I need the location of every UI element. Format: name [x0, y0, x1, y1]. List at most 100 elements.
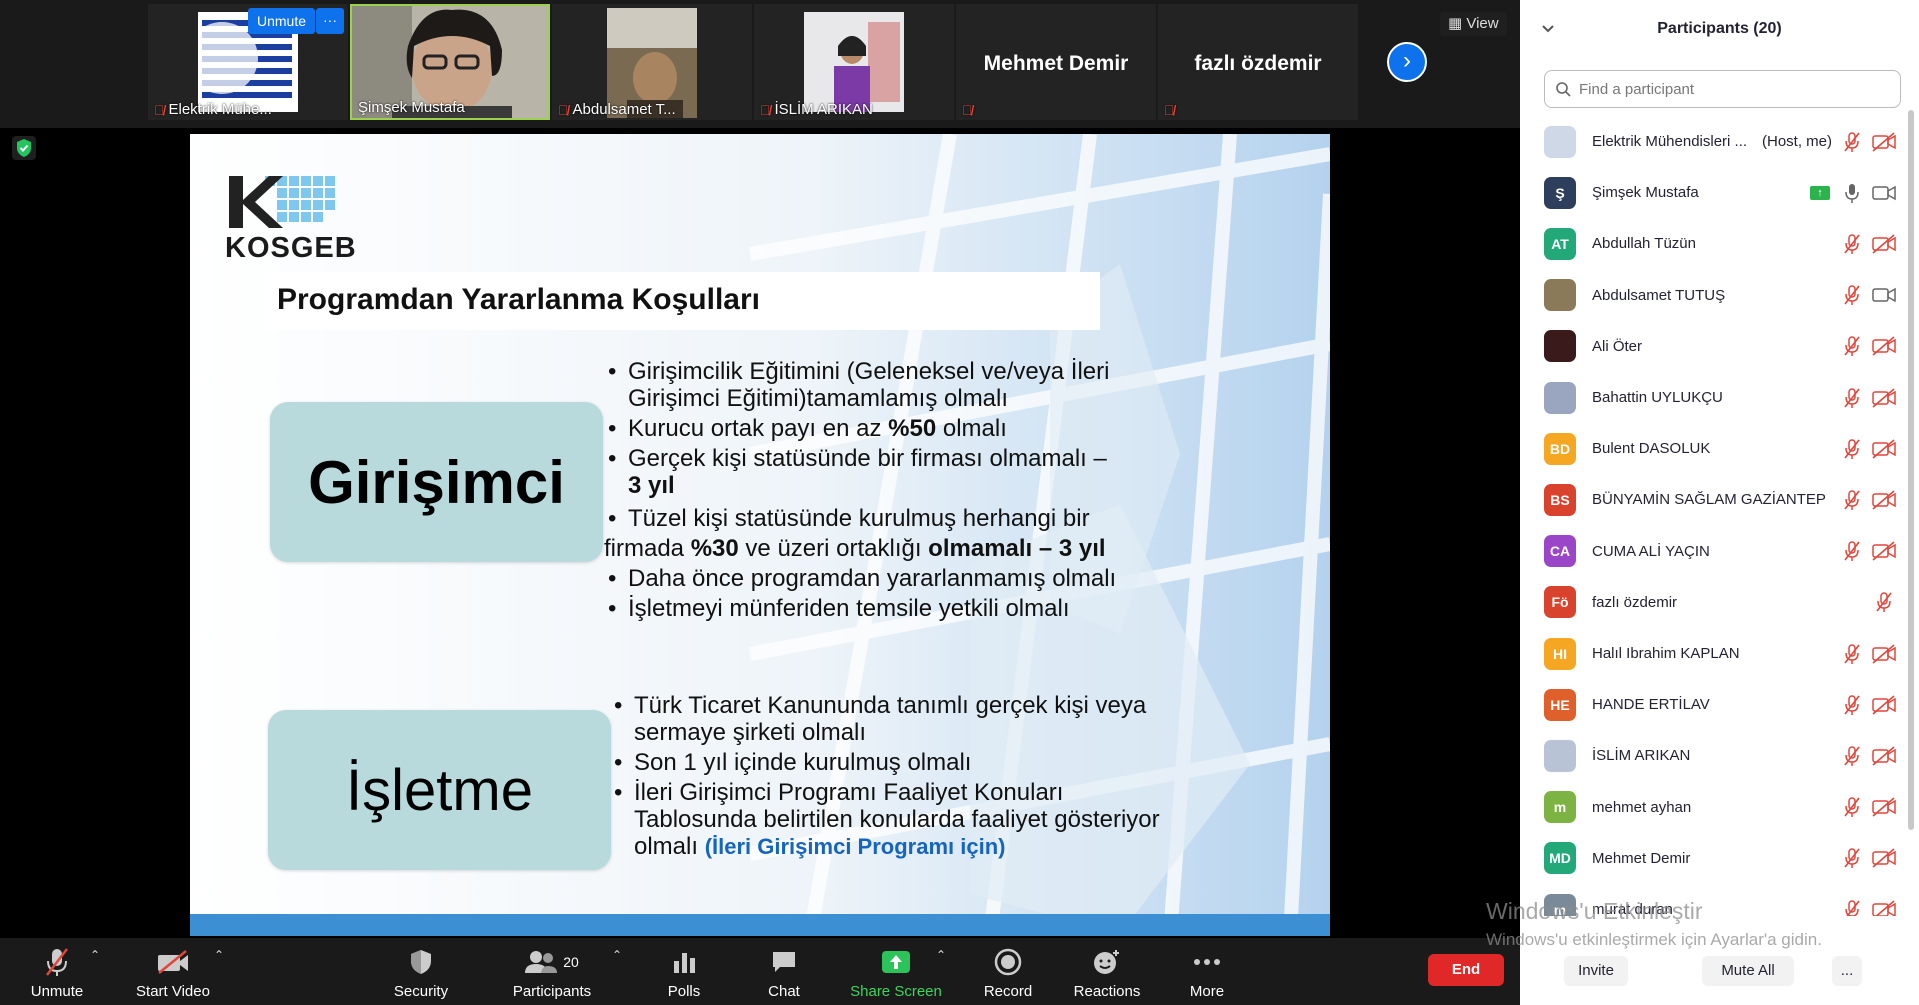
condition-item: İşletmeyi münferiden temsile yetkili olm… [606, 595, 1186, 622]
mic-muted-icon: 🎙̸ [962, 102, 973, 118]
participant-name: Ali Öter [1592, 337, 1643, 355]
kosgeb-logo-text: KOSGEB [225, 232, 357, 264]
invite-button[interactable]: Invite [1564, 956, 1628, 986]
participant-name: Bulent DASOLUK [1592, 440, 1711, 458]
avatar [1544, 381, 1576, 414]
microphone-muted-icon[interactable] [1842, 694, 1862, 716]
audio-options-caret-icon[interactable]: ⌃ [90, 948, 100, 962]
next-page-arrow-icon[interactable]: › [1387, 42, 1427, 82]
thumbnail-name: 🎙̸ Abdulsamet T... [558, 101, 676, 118]
participant-name: Mehmet Demir [1592, 849, 1691, 867]
encryption-shield-icon[interactable] [12, 136, 36, 160]
participant-row[interactable]: Elektrik Mühendisleri ... (Host, me) [1520, 116, 1905, 167]
end-meeting-button[interactable]: End [1428, 954, 1504, 986]
share-screen-button[interactable]: Share Screen [848, 946, 944, 1000]
microphone-muted-icon[interactable] [1842, 131, 1862, 153]
microphone-muted-icon[interactable] [1842, 335, 1862, 357]
participant-row[interactable]: CA CUMA ALİ YAÇIN [1520, 526, 1905, 577]
participant-row[interactable]: HE HANDE ERTİLAV [1520, 679, 1905, 730]
video-camera-icon[interactable] [1871, 284, 1897, 306]
microphone-muted-icon[interactable] [1842, 284, 1862, 306]
video-camera-off-icon[interactable] [1871, 899, 1897, 916]
microphone-muted-icon[interactable] [1842, 847, 1862, 869]
start-video-button[interactable]: Start Video [130, 946, 216, 1000]
microphone-muted-icon[interactable] [1874, 591, 1894, 613]
participant-name: CUMA ALİ YAÇIN [1592, 542, 1710, 560]
video-camera-off-icon[interactable] [1871, 233, 1897, 255]
participants-button[interactable]: 20 Participants [508, 946, 596, 1000]
more-dots-icon [1194, 959, 1220, 965]
participant-row[interactable]: İSLİM ARIKAN [1520, 730, 1905, 781]
avatar: Ş [1544, 176, 1576, 209]
condition-item: Gerçek kişi statüsünde bir firması olmam… [606, 445, 1186, 499]
video-camera-off-icon[interactable] [1871, 847, 1897, 869]
microphone-muted-icon[interactable] [1842, 796, 1862, 818]
participant-row[interactable]: HI Halıl Ibrahim KAPLAN [1520, 628, 1905, 679]
video-camera-off-icon[interactable] [1871, 643, 1897, 665]
video-camera-off-icon[interactable] [1871, 335, 1897, 357]
security-button[interactable]: Security [388, 946, 454, 1000]
reactions-button[interactable]: Reactions [1068, 946, 1146, 1000]
microphone-muted-icon[interactable] [1842, 438, 1862, 460]
video-thumbnail-active[interactable]: Şimşek Mustafa [350, 4, 550, 120]
video-thumbnail[interactable]: Mehmet Demir 🎙̸ [956, 4, 1156, 120]
polls-button[interactable]: Polls [654, 946, 714, 1000]
mic-muted-icon: 🎙̸ [1164, 102, 1175, 118]
participants-icon [525, 951, 558, 973]
microphone-muted-icon[interactable] [1842, 540, 1862, 562]
microphone-muted-icon[interactable] [1842, 489, 1862, 511]
video-camera-icon[interactable] [1871, 182, 1897, 204]
thumbnail-big-name: fazlı özdemir [1194, 52, 1322, 75]
microphone-muted-icon[interactable] [1842, 899, 1862, 916]
video-thumbnail[interactable]: 🎙̸ Abdulsamet T... [552, 4, 752, 120]
microphone-icon[interactable] [1842, 182, 1862, 204]
girisimci-conditions-list: Girişimcilik Eğitimini (Geleneksel ve/ve… [604, 358, 1186, 625]
unmute-button[interactable]: Unmute [24, 946, 90, 1000]
video-camera-off-icon[interactable] [1871, 438, 1897, 460]
panel-more-button[interactable]: ... [1832, 956, 1862, 986]
chat-button[interactable]: Chat [754, 946, 814, 1000]
video-thumbnail[interactable]: fazlı özdemir 🎙̸ [1158, 4, 1358, 120]
share-options-caret-icon[interactable]: ⌃ [936, 948, 946, 962]
participant-search[interactable] [1544, 70, 1901, 108]
participant-row[interactable]: Ali Öter [1520, 321, 1905, 372]
video-camera-off-icon[interactable] [1871, 540, 1897, 562]
microphone-muted-icon[interactable] [1842, 745, 1862, 767]
participant-row[interactable]: MD Mehmet Demir [1520, 833, 1905, 884]
participants-panel: Participants (20) Elektrik Mühendisleri … [1520, 0, 1919, 1005]
grid-icon: ▦ [1448, 15, 1463, 32]
video-camera-off-icon[interactable] [1871, 489, 1897, 511]
video-options-caret-icon[interactable]: ⌃ [214, 948, 224, 962]
participant-row[interactable]: Abdulsamet TUTUŞ [1520, 270, 1905, 321]
video-thumbnail[interactable]: 🎙̸ İSLİM ARIKAN [754, 4, 954, 120]
video-camera-off-icon[interactable] [1871, 745, 1897, 767]
participant-row[interactable]: Bahattin UYLUKÇU [1520, 372, 1905, 423]
video-camera-off-icon[interactable] [1871, 796, 1897, 818]
participants-options-caret-icon[interactable]: ⌃ [612, 948, 622, 962]
more-button[interactable]: More [1180, 946, 1234, 1000]
video-camera-off-icon[interactable] [1871, 387, 1897, 409]
slide-title: Programdan Yararlanma Koşulları [277, 283, 760, 316]
microphone-muted-icon [46, 948, 68, 976]
video-camera-off-icon[interactable] [1871, 694, 1897, 716]
participant-row[interactable]: Fö fazlı özdemir [1520, 577, 1905, 628]
microphone-muted-icon[interactable] [1842, 387, 1862, 409]
mute-all-button[interactable]: Mute All [1702, 956, 1794, 986]
participant-row[interactable]: Ş Şimşek Mustafa ↑ [1520, 167, 1905, 218]
participant-row[interactable]: BS BÜNYAMİN SAĞLAM GAZİANTEP [1520, 474, 1905, 525]
microphone-muted-icon[interactable] [1842, 643, 1862, 665]
thumbnail-unmute-button[interactable]: Unmute [248, 8, 316, 34]
avatar: CA [1544, 535, 1576, 568]
participant-row[interactable]: m mehmet ayhan [1520, 782, 1905, 833]
mic-muted-icon: 🎙̸ [558, 101, 569, 118]
view-button[interactable]: ▦ View [1440, 12, 1507, 36]
participant-row[interactable]: BD Bulent DASOLUK [1520, 423, 1905, 474]
thumbnail-more-button[interactable]: ··· [316, 8, 344, 34]
video-camera-off-icon[interactable] [1871, 131, 1897, 153]
participant-list-scrollbar[interactable] [1908, 110, 1914, 830]
participant-row[interactable]: AT Abdullah Tüzün [1520, 218, 1905, 269]
isletme-conditions-list: Türk Ticaret Kanununda tanımlı gerçek ki… [612, 692, 1192, 863]
microphone-muted-icon[interactable] [1842, 233, 1862, 255]
search-input[interactable] [1579, 80, 1879, 98]
record-button[interactable]: Record [976, 946, 1040, 1000]
